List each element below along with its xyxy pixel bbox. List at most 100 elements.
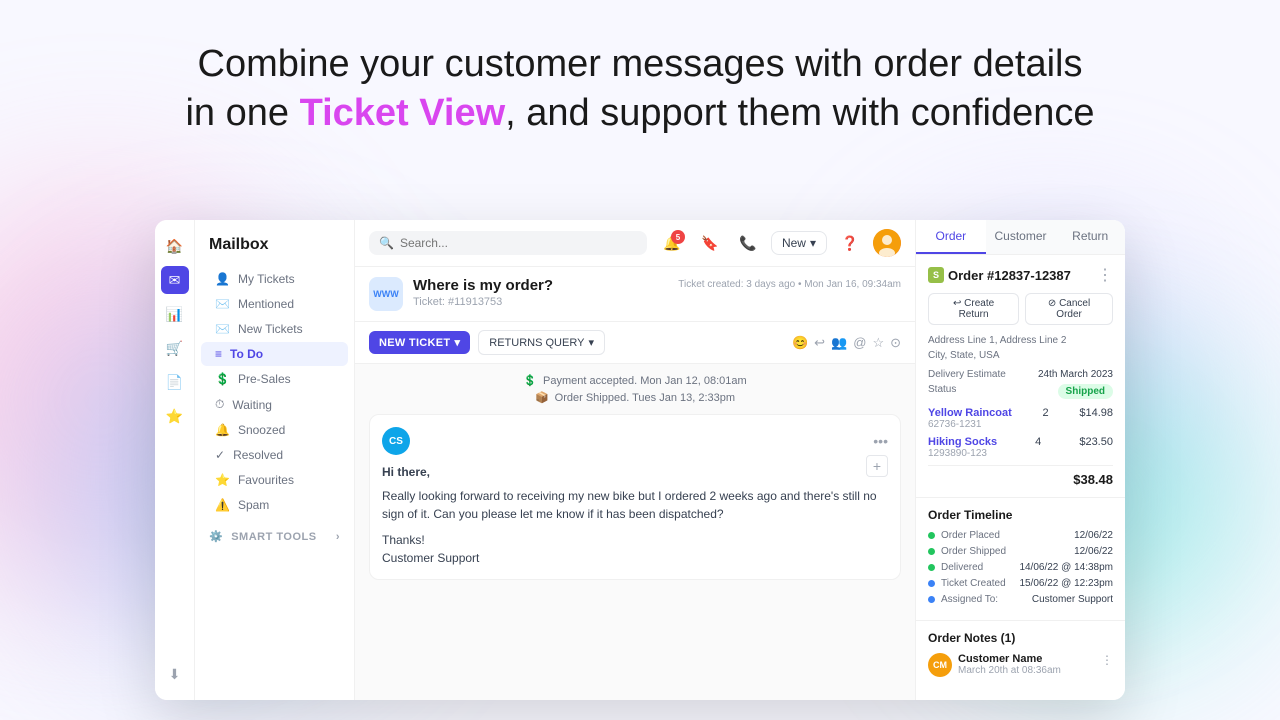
mentioned-icon: ✉️: [215, 297, 230, 311]
sidebar-item-my-tickets[interactable]: 👤 My Tickets: [201, 267, 348, 291]
top-bar: 🔍 🔔 5 🔖 📞 New ▾ ❓: [355, 220, 915, 267]
at-icon[interactable]: @: [853, 335, 866, 350]
sidebar-item-new-tickets[interactable]: ✉️ New Tickets: [201, 317, 348, 341]
chevron-down-icon: ▾: [810, 236, 816, 250]
smart-tools-bars-icon: ⚙️: [209, 530, 223, 543]
message-signature: Customer Support: [382, 549, 888, 567]
new-tickets-icon: ✉️: [215, 322, 230, 336]
sidebar-item-resolved[interactable]: ✓ Resolved: [201, 443, 348, 467]
sidebar-title: Mailbox: [195, 232, 354, 266]
item-sku-socks: 1293890-123: [928, 448, 997, 459]
timeline-event-payment: 💲 Payment accepted. Mon Jan 12, 08:01am: [369, 374, 901, 387]
item-qty-socks: 4: [1035, 436, 1041, 448]
nav-chart-icon[interactable]: 📊: [161, 300, 189, 328]
sidebar-item-waiting[interactable]: ⏱ Waiting: [201, 392, 348, 417]
notification-bell-button[interactable]: 🔔 5: [657, 228, 687, 258]
order-header: S Order #12837-12387 ⋮: [928, 265, 1113, 285]
timeline-row-delivered: Delivered 14/06/22 @ 14:38pm: [928, 562, 1113, 573]
search-input[interactable]: [400, 236, 637, 250]
item-name-raincoat[interactable]: Yellow Raincoat: [928, 407, 1012, 419]
add-note-button[interactable]: +: [866, 455, 888, 477]
order-timeline-section: Order Timeline Order Placed 12/06/22 Ord…: [916, 498, 1125, 621]
more-options-icon[interactable]: •••: [873, 433, 888, 449]
notification-badge: 5: [671, 230, 685, 244]
snoozed-icon: 🔔: [215, 423, 230, 437]
emoji-icon[interactable]: 😊: [792, 335, 808, 351]
ticket-actions: NEW TICKET ▾ RETURNS QUERY ▾ 😊 ↩ 👥 @ ☆ ⊙: [355, 322, 915, 364]
nav-download-icon[interactable]: ⬇: [161, 660, 189, 688]
tab-order[interactable]: Order: [916, 220, 986, 254]
header-line2-end: , and support them with confidence: [505, 92, 1094, 134]
payment-icon: 💲: [523, 374, 537, 387]
item-name-socks[interactable]: Hiking Socks: [928, 436, 997, 448]
tab-customer[interactable]: Customer: [986, 220, 1056, 254]
delivery-estimate-row: Delivery Estimate 24th March 2023: [928, 369, 1113, 380]
order-timeline-title: Order Timeline: [928, 508, 1113, 522]
header-highlight: Ticket View: [300, 92, 506, 134]
ticket-created: Ticket created: 3 days ago: [678, 279, 795, 290]
header-line2-start: in one: [185, 92, 299, 134]
new-button[interactable]: New ▾: [771, 231, 827, 255]
shipped-icon: 📦: [535, 391, 549, 404]
order-notes-title: Order Notes (1): [928, 631, 1113, 645]
favourites-icon: ⭐: [215, 473, 230, 487]
shopify-icon: S: [928, 267, 944, 283]
message-signoff: Thanks!: [382, 531, 888, 549]
timeline-event-shipped: 📦 Order Shipped. Tues Jan 13, 2:33pm: [369, 391, 901, 404]
dot-placed: [928, 532, 935, 539]
timeline-events: 💲 Payment accepted. Mon Jan 12, 08:01am …: [355, 364, 915, 414]
returns-query-button[interactable]: RETURNS QUERY ▾: [478, 330, 605, 355]
assign-icon[interactable]: 👥: [831, 335, 847, 351]
phone-button[interactable]: 📞: [733, 228, 763, 258]
nav-star-icon[interactable]: ⭐: [161, 402, 189, 430]
order-item-raincoat: Yellow Raincoat 62736-1231 2 $14.98: [928, 407, 1113, 430]
nav-doc-icon[interactable]: 📄: [161, 368, 189, 396]
note-more-icon[interactable]: ⋮: [1101, 653, 1113, 677]
search-icon: 🔍: [379, 236, 394, 250]
order-total: $38.48: [928, 465, 1113, 487]
item-qty-raincoat: 2: [1042, 407, 1048, 419]
item-sku-raincoat: 62736-1231: [928, 419, 1012, 430]
dot-delivered: [928, 564, 935, 571]
note-date: March 20th at 08:36am: [958, 665, 1095, 676]
new-ticket-button[interactable]: NEW TICKET ▾: [369, 331, 470, 354]
www-badge: WWW: [369, 277, 403, 311]
star-action-icon[interactable]: ☆: [872, 335, 884, 351]
sidebar-item-spam[interactable]: ⚠️ Spam: [201, 493, 348, 517]
nav-mail-icon[interactable]: ✉: [161, 266, 189, 294]
sidebar-item-mentioned[interactable]: ✉️ Mentioned: [201, 292, 348, 316]
smart-tools-label[interactable]: ⚙️ SMART TOOLS ›: [195, 525, 354, 548]
ticket-id: Ticket: #11913753: [413, 296, 668, 308]
search-box: 🔍: [369, 231, 647, 255]
note-item: CM Customer Name March 20th at 08:36am ⋮: [928, 653, 1113, 677]
order-info-section: S Order #12837-12387 ⋮ ↩ Create Return ⊘…: [916, 255, 1125, 498]
bookmark-button[interactable]: 🔖: [695, 228, 725, 258]
header-line1: Combine your customer messages with orde…: [198, 43, 1083, 85]
message-greeting: Hi there,: [382, 463, 888, 481]
more-icon[interactable]: ⊙: [890, 335, 901, 351]
address-line1: Address Line 1, Address Line 2 City, Sta…: [928, 333, 1113, 363]
reply-icon[interactable]: ↩: [814, 335, 825, 351]
create-return-button[interactable]: ↩ Create Return: [928, 293, 1019, 325]
header-section: Combine your customer messages with orde…: [0, 40, 1280, 139]
chat-message: CS ••• Hi there, Really looking forward …: [369, 414, 901, 580]
tab-return[interactable]: Return: [1055, 220, 1125, 254]
ticket-header: WWW Where is my order? Ticket: #11913753…: [355, 267, 915, 322]
top-bar-icons: 🔔 5 🔖 📞 New ▾ ❓: [657, 228, 901, 258]
nav-cart-icon[interactable]: 🛒: [161, 334, 189, 362]
panel-tabs: Order Customer Return: [916, 220, 1125, 255]
help-button[interactable]: ❓: [835, 228, 865, 258]
returns-chevron-down-icon: ▾: [588, 336, 594, 349]
cancel-order-button[interactable]: ⊘ Cancel Order: [1025, 293, 1113, 325]
sidebar-item-pre-sales[interactable]: 💲 Pre-Sales: [201, 367, 348, 391]
sidebar-item-favourites[interactable]: ⭐ Favourites: [201, 468, 348, 492]
sidebar-item-snoozed[interactable]: 🔔 Snoozed: [201, 418, 348, 442]
sidebar-item-to-do[interactable]: ≡ To Do: [201, 342, 348, 366]
dot-ticket-created: [928, 580, 935, 587]
order-more-icon[interactable]: ⋮: [1097, 265, 1113, 285]
nav-home-icon[interactable]: 🏠: [161, 232, 189, 260]
user-avatar[interactable]: [873, 229, 901, 257]
resolved-icon: ✓: [215, 448, 225, 462]
order-number: S Order #12837-12387: [928, 267, 1071, 283]
timeline-row-assigned: Assigned To: Customer Support: [928, 594, 1113, 605]
